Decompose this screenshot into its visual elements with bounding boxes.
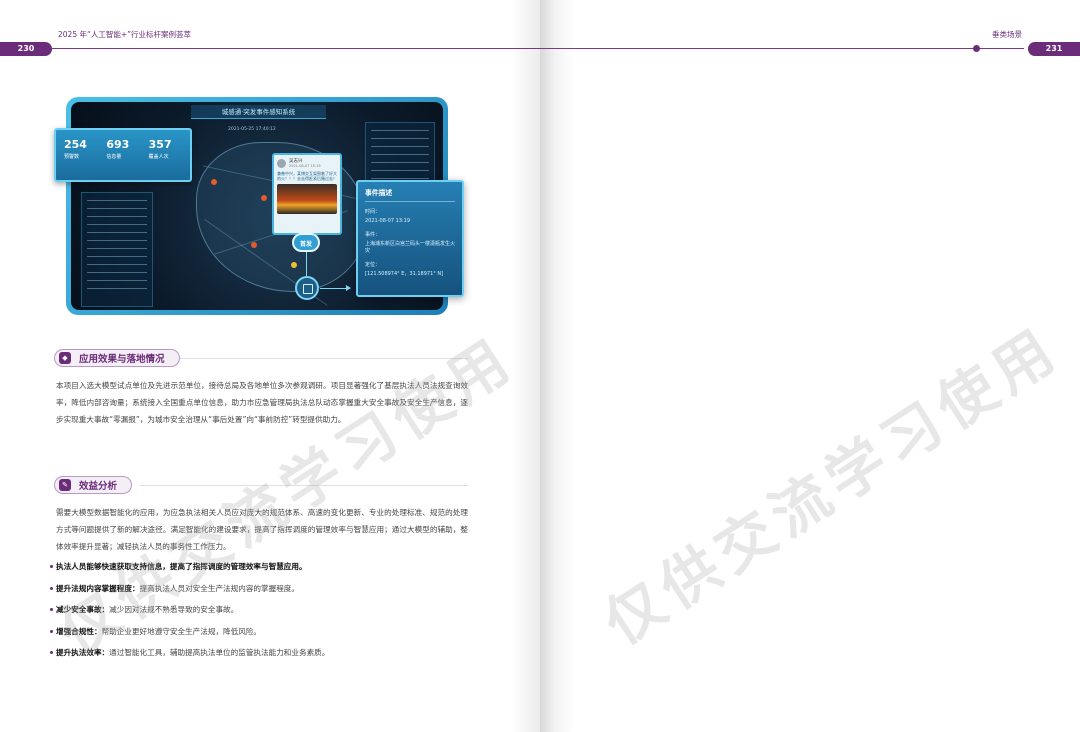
header-rule xyxy=(540,48,1024,49)
event-value: 上海浦东新区白宫兰码头一楼潇瓶发生火灾 xyxy=(365,241,456,254)
stats-panel: 254 预警数 693 信息量 357 覆盖人次 xyxy=(54,128,192,182)
section1-paragraph: 本项目入选大模型试点单位及先进示范单位，接待总局及各地单位多次参观调研。项目显著… xyxy=(56,381,468,424)
map-pin-icon xyxy=(211,179,217,185)
event-label: 事件： xyxy=(365,232,381,238)
event-description-card: 事件描述 时间： 2021-08-07 13:19 事件： 上海浦东新区白宫兰码… xyxy=(356,180,464,297)
dashboard-side-panel xyxy=(81,192,153,307)
list-item: 减少安全事故：减少因对法规不熟悉导致的安全事故。 xyxy=(50,603,470,617)
connector-line xyxy=(306,252,307,276)
event-card-title: 事件描述 xyxy=(365,187,455,202)
report-icon xyxy=(295,276,319,300)
avatar xyxy=(277,159,286,168)
section-rule xyxy=(180,358,468,359)
analysis-icon: ✎ xyxy=(59,479,71,491)
list-item: 执法人员能够快速获取支持信息，提高了指挥调度的管理效率与智慧应用。 xyxy=(50,560,470,574)
event-time-label: 时间： xyxy=(365,209,381,215)
map-pin-icon xyxy=(291,262,297,268)
event-time-value: 2021-08-07 13:19 xyxy=(365,218,411,224)
bullet-icon xyxy=(50,650,53,654)
cube-icon: ◆ xyxy=(59,352,71,364)
list-item: 提升执法效率：通过智能化工具，辅助提高执法单位的监管执法能力和业务素质。 xyxy=(50,646,470,660)
map-pin-icon xyxy=(251,242,257,248)
stat-warnings: 254 预警数 xyxy=(64,138,87,160)
map-pin-icon xyxy=(261,195,267,201)
list-item: 增强合规性：帮助企业更好地遵守安全生产法规，降低风险。 xyxy=(50,625,470,639)
list-item: 提升法规内容掌握程度：提高执法人员对安全生产法规内容的掌握程度。 xyxy=(50,582,470,596)
section-heading-effect: ◆ 应用效果与落地情况 xyxy=(54,349,180,367)
header-dot-icon xyxy=(973,45,980,52)
page-number: 230 xyxy=(0,42,52,56)
right-page: 垂类场景 231 xyxy=(540,0,1080,732)
bullet-icon xyxy=(50,586,53,590)
dashboard-datetime: 2021-05-25 17:40:12 xyxy=(228,127,276,132)
arrow-icon xyxy=(320,285,351,291)
first-report-badge: 首发 xyxy=(292,233,320,252)
left-page: 2025 年“人工智能+”行业标杆案例荟萃 230 城感通·突发事件感知系统 2… xyxy=(0,0,540,732)
event-location-value: [121.508974° E，31.18971° N] xyxy=(365,271,444,277)
stat-info: 693 信息量 xyxy=(106,138,130,160)
stat-coverage: 357 覆盖人次 xyxy=(148,138,172,160)
spine-shadow xyxy=(510,0,540,732)
message-time: 2021-08-07 15:19 xyxy=(289,164,321,168)
event-location-label: 定位： xyxy=(365,262,381,268)
section2-paragraph: 需要大模型数据智能化的应用，为应急执法相关人员应对庞大的规范体系、高速的变化更新… xyxy=(56,508,468,551)
bullet-icon xyxy=(50,607,53,611)
header-rule xyxy=(50,48,540,49)
message-text: 兼善中兴，某博交互架图着了好大的火！！！去去得赶紧后撤过去！ xyxy=(277,171,337,181)
header-title: 2025 年“人工智能+”行业标杆案例荟萃 xyxy=(58,30,192,39)
bullet-icon xyxy=(50,629,53,633)
dashboard-title: 城感通·突发事件感知系统 xyxy=(191,105,326,119)
section-rule xyxy=(140,485,468,486)
message-card: 吴志兴 2021-08-07 15:19 兼善中兴，某博交互架图着了好大的火！！… xyxy=(272,153,342,235)
header-title: 垂类场景 xyxy=(992,30,1022,39)
fire-photo xyxy=(277,184,337,214)
section-heading-benefit: ✎ 效益分析 xyxy=(54,476,133,494)
page-number: 231 xyxy=(1028,42,1080,56)
bullet-icon xyxy=(50,564,53,568)
